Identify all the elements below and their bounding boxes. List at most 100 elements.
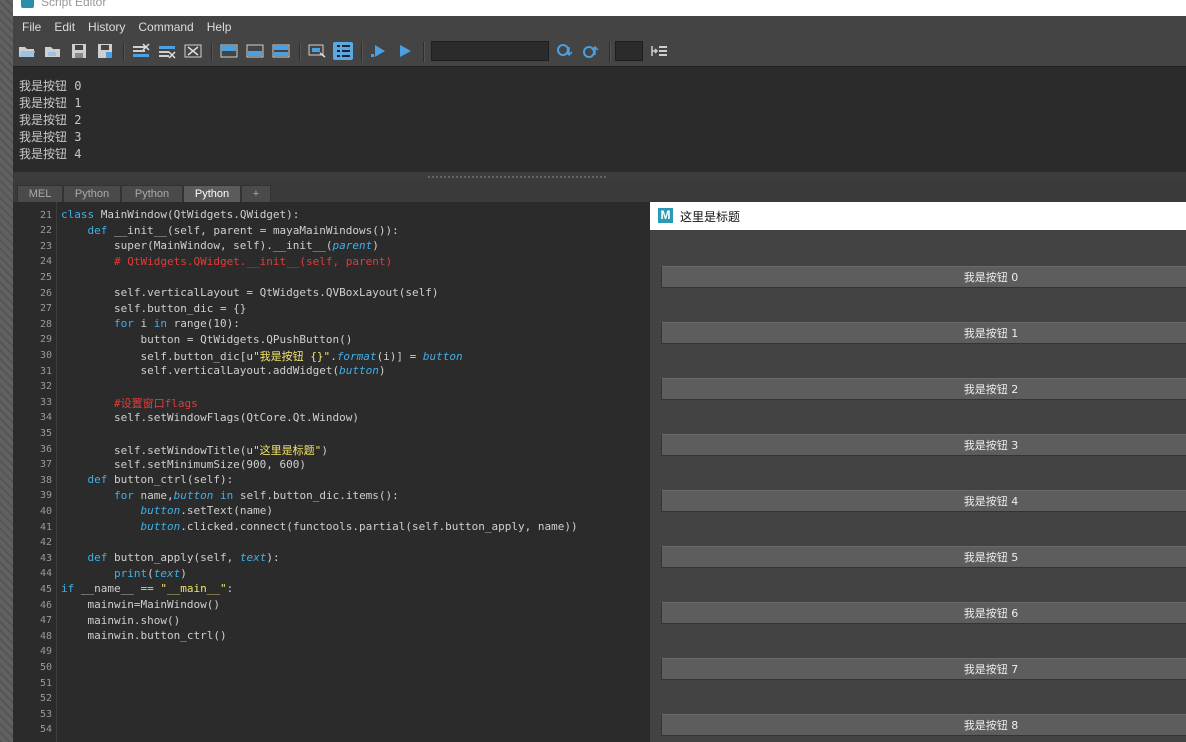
execute-all-icon[interactable] <box>369 42 389 60</box>
history-output-panel[interactable]: 我是按钮 0 我是按钮 1 我是按钮 2 我是按钮 3 我是按钮 4 <box>13 66 1186 173</box>
line-number: 48 <box>39 630 52 642</box>
line-number: 44 <box>39 568 52 580</box>
code-token: if <box>61 582 75 596</box>
code-token: "__main__" <box>160 582 227 596</box>
qt-push-button-8[interactable]: 我是按钮 8 <box>661 714 1186 736</box>
show-both-icon[interactable] <box>271 42 291 60</box>
qt-push-button-0[interactable]: 我是按钮 0 <box>661 266 1186 288</box>
line-number: 39 <box>39 490 52 502</box>
code-token: mainwin.button_ctrl() <box>61 629 227 643</box>
line-number-gutter: 20 21 22 23 24 25 26 27 28 29 30 31 32 33 34 35 36 37 38 39… <box>13 202 57 742</box>
menu-file[interactable]: File <box>22 20 41 34</box>
line-number: 28 <box>39 318 52 330</box>
code-token: in <box>153 317 167 331</box>
minimize-icon[interactable]: — <box>1132 0 1146 6</box>
clear-input-icon[interactable] <box>157 42 177 60</box>
code-token: self.verticalLayout = QtWidgets.QVBoxLay… <box>61 286 439 299</box>
code-token: self.button_dic[u <box>61 350 254 364</box>
code-token: __name__ == <box>74 582 161 596</box>
line-number: 27 <box>39 303 52 315</box>
menu-command[interactable]: Command <box>138 20 193 34</box>
code-token: __init__(self, parent = mayaMainWindows(… <box>107 223 399 237</box>
qt-push-button-3[interactable]: 我是按钮 3 <box>661 434 1186 456</box>
toolbar <box>13 38 1186 66</box>
code-line: self.setMinimumSize(900, 600) <box>61 458 306 471</box>
code-token: button <box>422 350 463 364</box>
menu-history[interactable]: History <box>88 20 125 34</box>
code-token: def <box>87 223 108 237</box>
tab-add[interactable]: + <box>241 185 271 202</box>
tab-mel[interactable]: MEL <box>17 185 63 202</box>
qt-window-title: 这里是标题 <box>680 210 741 224</box>
code-token: ) <box>180 566 187 580</box>
show-input-icon[interactable] <box>245 42 265 60</box>
save-script-icon[interactable] <box>69 42 89 60</box>
menu-edit[interactable]: Edit <box>54 20 75 34</box>
search-up-icon[interactable] <box>581 42 601 60</box>
tab-python-2[interactable]: Python <box>121 185 183 202</box>
clear-all-icon[interactable] <box>183 42 203 60</box>
search-down-icon[interactable] <box>555 42 575 60</box>
qt-push-button-1[interactable]: 我是按钮 1 <box>661 322 1186 344</box>
qt-push-button-6[interactable]: 我是按钮 6 <box>661 602 1186 624</box>
code-token: self.setMinimumSize(900, 600) <box>61 457 307 471</box>
line-number: 47 <box>39 615 52 627</box>
qt-push-button-7[interactable]: 我是按钮 7 <box>661 658 1186 680</box>
line-number: 37 <box>39 459 52 471</box>
open-script-icon[interactable] <box>17 42 37 60</box>
qt-push-button-4[interactable]: 我是按钮 4 <box>661 490 1186 512</box>
qt-push-button-2[interactable]: 我是按钮 2 <box>661 378 1186 400</box>
code-token: def <box>87 473 108 487</box>
code-line: mainwin=MainWindow() <box>61 598 219 611</box>
line-number: 54 <box>39 724 52 736</box>
left-panel-strip <box>0 0 13 742</box>
output-line: 我是按钮 3 <box>19 130 82 144</box>
code-token: "我是按钮 {}" <box>253 350 331 364</box>
code-token: button <box>140 504 181 518</box>
line-number: 45 <box>39 584 52 595</box>
save-script-to-shelf-icon[interactable] <box>95 42 115 60</box>
window-title: Script Editor <box>41 0 107 9</box>
line-number: 30 <box>39 350 52 361</box>
tab-python-1[interactable]: Python <box>63 185 121 202</box>
code-token: button <box>173 488 214 502</box>
search-input[interactable] <box>431 41 549 61</box>
line-number: 20 <box>40 202 52 205</box>
code-editor[interactable]: 20 21 22 23 24 25 26 27 28 29 30 31 32 33 34 35 36 37 38 39… <box>13 202 650 742</box>
code-token: mainwin.show() <box>61 613 181 627</box>
goto-line-icon[interactable] <box>649 42 669 60</box>
code-token: self.button_dic = {} <box>61 301 247 315</box>
code-token: def <box>87 551 108 565</box>
line-number: 23 <box>39 240 52 252</box>
code-token: self.verticalLayout.addWidget( <box>61 364 340 377</box>
code-token: ) <box>378 364 386 377</box>
code-line: print(text) <box>61 567 187 580</box>
echo-all-commands-icon[interactable] <box>307 42 327 60</box>
execute-icon[interactable] <box>395 42 415 60</box>
tab-python-3[interactable]: Python <box>183 185 241 202</box>
code-line: mainwin.button_ctrl() <box>61 629 227 643</box>
source-script-icon[interactable] <box>43 42 63 60</box>
window-title-bar: Script Editor — <box>13 0 1186 16</box>
menu-help[interactable]: Help <box>207 20 232 34</box>
code-token: name, <box>133 488 174 502</box>
line-number: 52 <box>39 693 52 705</box>
code-line: self.verticalLayout = QtWidgets.QVBoxLay… <box>61 286 439 299</box>
code-token: class <box>61 208 95 221</box>
code-token: range(10): <box>166 317 240 331</box>
code-token: i <box>133 317 154 331</box>
code-line: # QtWidgets.QWidget.__init__(self, paren… <box>61 255 392 268</box>
qt-push-button-5[interactable]: 我是按钮 5 <box>661 546 1186 568</box>
pane-splitter[interactable] <box>13 172 1186 182</box>
qt-window-title-bar: M 这里是标题 <box>650 202 1186 230</box>
code-token: for <box>113 488 134 502</box>
code-line: #设置窗口flags <box>61 395 198 411</box>
show-history-icon[interactable] <box>219 42 239 60</box>
show-line-numbers-icon[interactable] <box>333 42 353 60</box>
clear-history-icon[interactable] <box>131 42 151 60</box>
goto-line-input[interactable] <box>615 41 643 61</box>
code-token: # QtWidgets.QWidget.__init__(self, paren… <box>61 254 393 268</box>
line-number: 49 <box>39 646 52 658</box>
